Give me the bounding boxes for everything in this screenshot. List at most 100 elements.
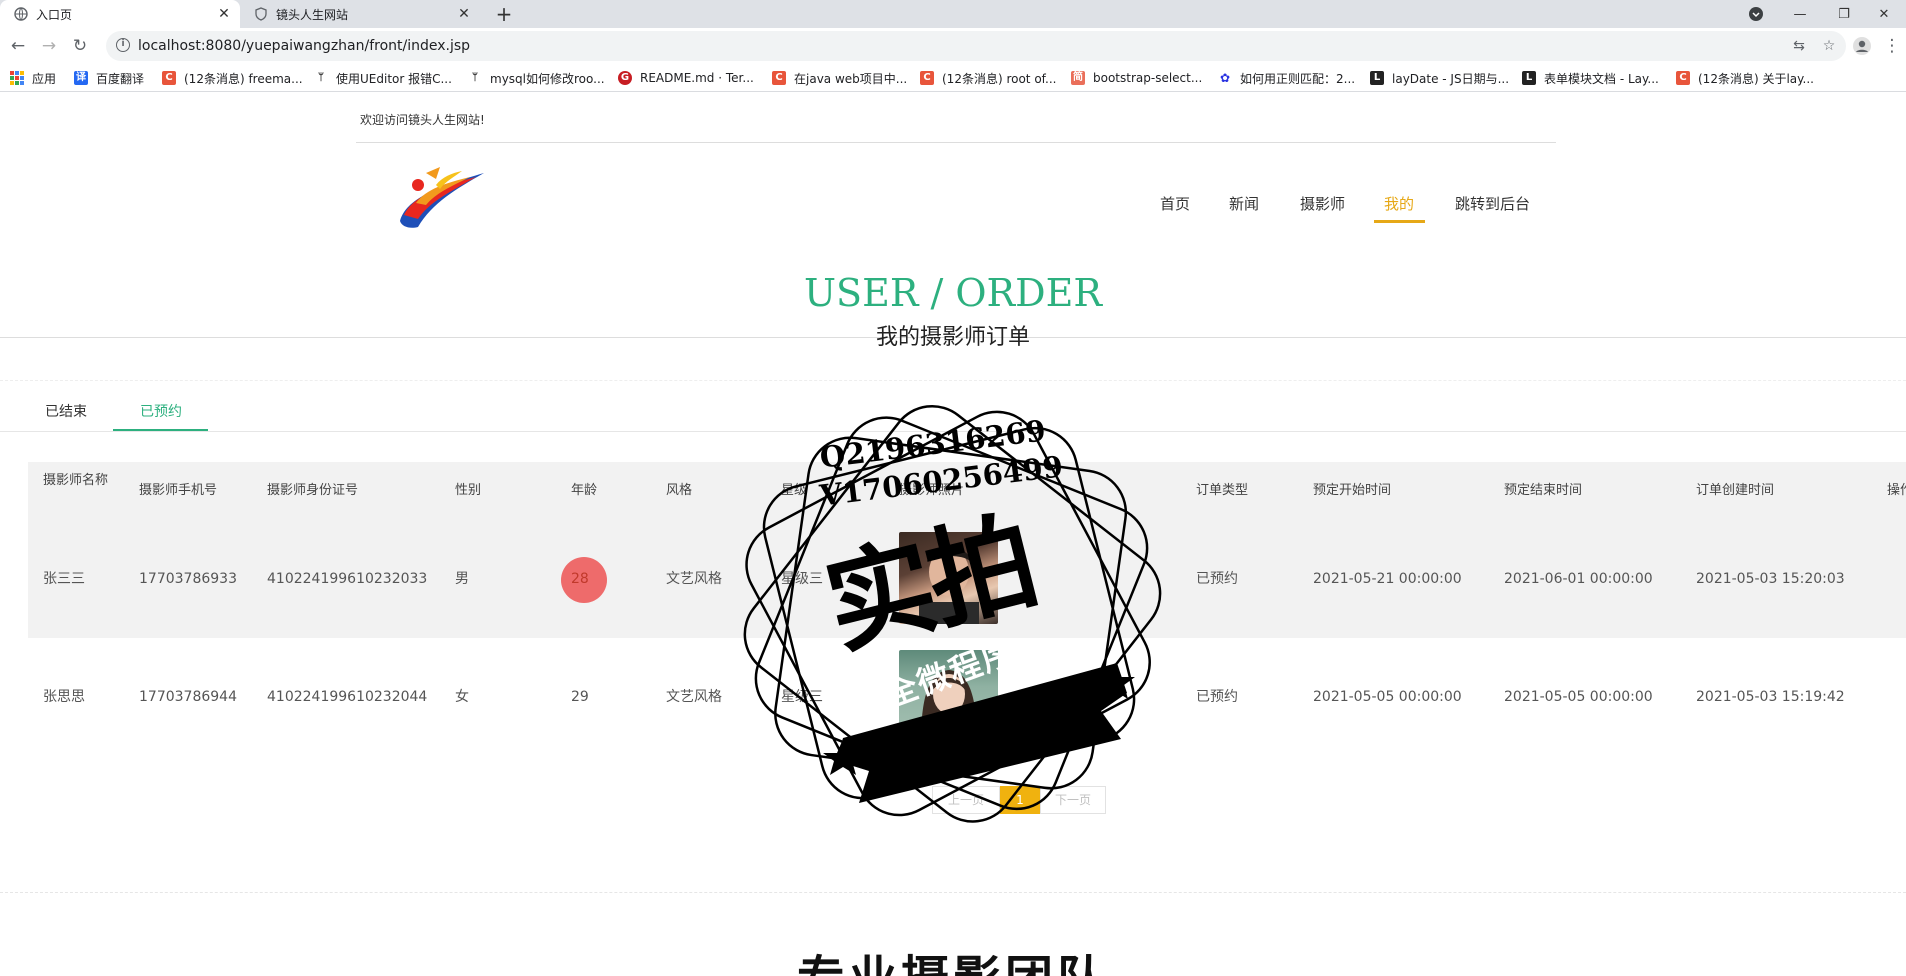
- baidu-translate-icon: 译: [74, 71, 88, 85]
- header-cell: 年龄: [571, 483, 598, 498]
- cell-phone: 17703786933: [139, 571, 237, 587]
- nav-mine[interactable]: 我的: [1384, 193, 1414, 214]
- bookmark-label: 使用UEditor 报错C...: [336, 71, 452, 86]
- url-text: localhost:8080/yuepaiwangzhan/front/inde…: [138, 38, 471, 54]
- site-info-icon[interactable]: i: [116, 38, 130, 52]
- cell-created-time: 2021-05-03 15:20:03: [1696, 571, 1845, 587]
- cell-idcard: 410224199610232044: [267, 689, 428, 705]
- cell-star: 星级三: [781, 571, 823, 587]
- bookmark-item[interactable]: 简 bootstrap-select...: [1071, 69, 1202, 87]
- nav-active-indicator: [1374, 220, 1425, 223]
- page-1-button[interactable]: 1: [1000, 786, 1040, 814]
- bookmark-label: mysql如何修改roo...: [490, 71, 605, 86]
- layui-icon: L: [1522, 71, 1536, 85]
- bookmark-item[interactable]: C (12条消息) root of...: [920, 69, 1056, 87]
- subtab-booked[interactable]: 已预约: [140, 401, 182, 421]
- cell-name: 张思思: [43, 689, 85, 705]
- forward-arrow-icon[interactable]: →: [37, 34, 61, 58]
- cell-idcard: 410224199610232033: [267, 571, 428, 587]
- bookmark-item[interactable]: ᛘ 使用UEditor 报错C...: [314, 69, 452, 87]
- header-cell: 风格: [666, 483, 693, 498]
- bookmark-item[interactable]: C 在java web项目中...: [772, 69, 907, 87]
- restore-icon[interactable]: ❐: [1822, 0, 1866, 28]
- bookmark-star-icon[interactable]: ☆: [1820, 37, 1838, 55]
- cell-created-time: 2021-05-03 15:19:42: [1696, 689, 1845, 705]
- cell-order-type: 已预约: [1196, 571, 1238, 587]
- bookmark-item[interactable]: C (12条消息) freema...: [162, 69, 303, 87]
- bookmark-label: (12条消息) root of...: [942, 71, 1057, 86]
- bookmark-item[interactable]: LlayDate - JS日期与...: [1370, 69, 1509, 87]
- gitee-icon: G: [618, 71, 632, 85]
- translate-icon[interactable]: ⇆: [1790, 37, 1808, 55]
- bird-icon: ᛘ: [472, 72, 478, 83]
- section-title-zh: 我的摄影师订单: [875, 325, 1030, 350]
- bookmark-item[interactable]: G README.md · Ter...: [618, 69, 754, 87]
- bookmark-label: 应用: [32, 71, 57, 86]
- close-tab-icon[interactable]: ✕: [216, 6, 232, 22]
- header-cell: 订单类型: [1196, 483, 1249, 498]
- new-tab-button[interactable]: +: [492, 2, 516, 26]
- apps-grid-icon: [10, 71, 24, 85]
- baidu-paw-icon: ✿: [1219, 71, 1231, 85]
- reload-icon[interactable]: ↻: [68, 34, 92, 58]
- section-title-en: USER / ORDER: [804, 271, 1102, 315]
- subtab-finished[interactable]: 已结束: [45, 401, 87, 421]
- nav-photographers[interactable]: 摄影师: [1300, 193, 1345, 214]
- shield-icon: [254, 7, 268, 21]
- header-cell: 摄影师手机号: [139, 483, 218, 498]
- team-section-title: 专业摄影团队: [0, 939, 1906, 976]
- nav-admin-link[interactable]: 跳转到后台: [1455, 193, 1530, 214]
- csdn-icon: C: [772, 71, 786, 85]
- cell-style: 文艺风格: [666, 571, 722, 587]
- tab-title: 镜头人生网站: [276, 7, 349, 22]
- nav-news[interactable]: 新闻: [1229, 193, 1259, 214]
- subtab-active-indicator: [113, 429, 208, 431]
- bookmark-item[interactable]: ✿ 如何用正则匹配：2...: [1218, 69, 1355, 87]
- menu-kebab-icon[interactable]: ⋮: [1880, 34, 1904, 58]
- dashed-divider: [0, 892, 1906, 893]
- bookmarks-bar: 应用 译百度翻译 C (12条消息) freema... ᛘ 使用UEditor 报…: [0, 64, 1906, 92]
- bookmark-item[interactable]: ᛘ mysql如何修改roo...: [468, 69, 605, 87]
- cell-order-type: 已预约: [1196, 689, 1238, 705]
- bookmark-label: (12条消息) 关于lay...: [1698, 71, 1814, 86]
- cell-age: 29: [571, 689, 589, 705]
- address-bar[interactable]: i localhost:8080/yuepaiwangzhan/front/in…: [106, 31, 1846, 61]
- cell-name: 张三三: [43, 571, 85, 587]
- header-cell: 星级: [781, 483, 808, 498]
- jianshu-icon: 简: [1071, 71, 1085, 85]
- bookmark-label: bootstrap-select...: [1093, 71, 1203, 85]
- dashed-divider: [0, 380, 1906, 381]
- minimize-icon[interactable]: —: [1778, 0, 1822, 28]
- bookmark-label: 百度翻译: [96, 71, 145, 86]
- profile-avatar-icon[interactable]: [1850, 34, 1874, 58]
- cell-age: 28: [571, 571, 589, 587]
- back-arrow-icon[interactable]: ←: [6, 34, 30, 58]
- tab-search-icon[interactable]: [1734, 0, 1778, 28]
- browser-tab-strip: 入口页 ✕ 镜头人生网站 ✕ + — ❐ ✕: [0, 0, 1906, 28]
- bookmark-label: 表单模块文档 - Lay...: [1544, 71, 1659, 86]
- prev-page-button[interactable]: 上一页: [932, 786, 1000, 814]
- bookmark-label: 如何用正则匹配：2...: [1240, 71, 1356, 86]
- close-window-icon[interactable]: ✕: [1862, 0, 1906, 28]
- nav-home[interactable]: 首页: [1160, 193, 1190, 214]
- bookmark-label: (12条消息) freema...: [184, 71, 303, 86]
- cell-phone: 17703786944: [139, 689, 237, 705]
- csdn-icon: C: [1676, 71, 1690, 85]
- cell-end-time: 2021-05-05 00:00:00: [1504, 689, 1653, 705]
- close-tab-icon[interactable]: ✕: [456, 6, 472, 22]
- page-content: 欢迎访问镜头人生网站! 首页 新闻 摄影师 我的 跳转到后台 USER / OR…: [0, 93, 1906, 976]
- browser-tab-active[interactable]: 入口页 ✕: [0, 0, 240, 28]
- bookmark-item[interactable]: 应用: [10, 69, 56, 87]
- bookmark-item[interactable]: C (12条消息) 关于lay...: [1676, 69, 1814, 87]
- bookmark-item[interactable]: 译百度翻译: [74, 69, 144, 87]
- browser-tab[interactable]: 镜头人生网站 ✕: [240, 0, 480, 28]
- bookmark-label: layDate - JS日期与...: [1392, 71, 1510, 86]
- next-page-button[interactable]: 下一页: [1040, 786, 1106, 814]
- layui-icon: L: [1370, 71, 1384, 85]
- bird-icon: ᛘ: [318, 72, 324, 83]
- welcome-text: 欢迎访问镜头人生网站!: [360, 113, 485, 127]
- bookmark-item[interactable]: L 表单模块文档 - Lay...: [1522, 69, 1659, 87]
- header-cell: 预定开始时间: [1313, 483, 1392, 498]
- cell-style: 文艺风格: [666, 689, 722, 705]
- site-logo[interactable]: [396, 163, 488, 231]
